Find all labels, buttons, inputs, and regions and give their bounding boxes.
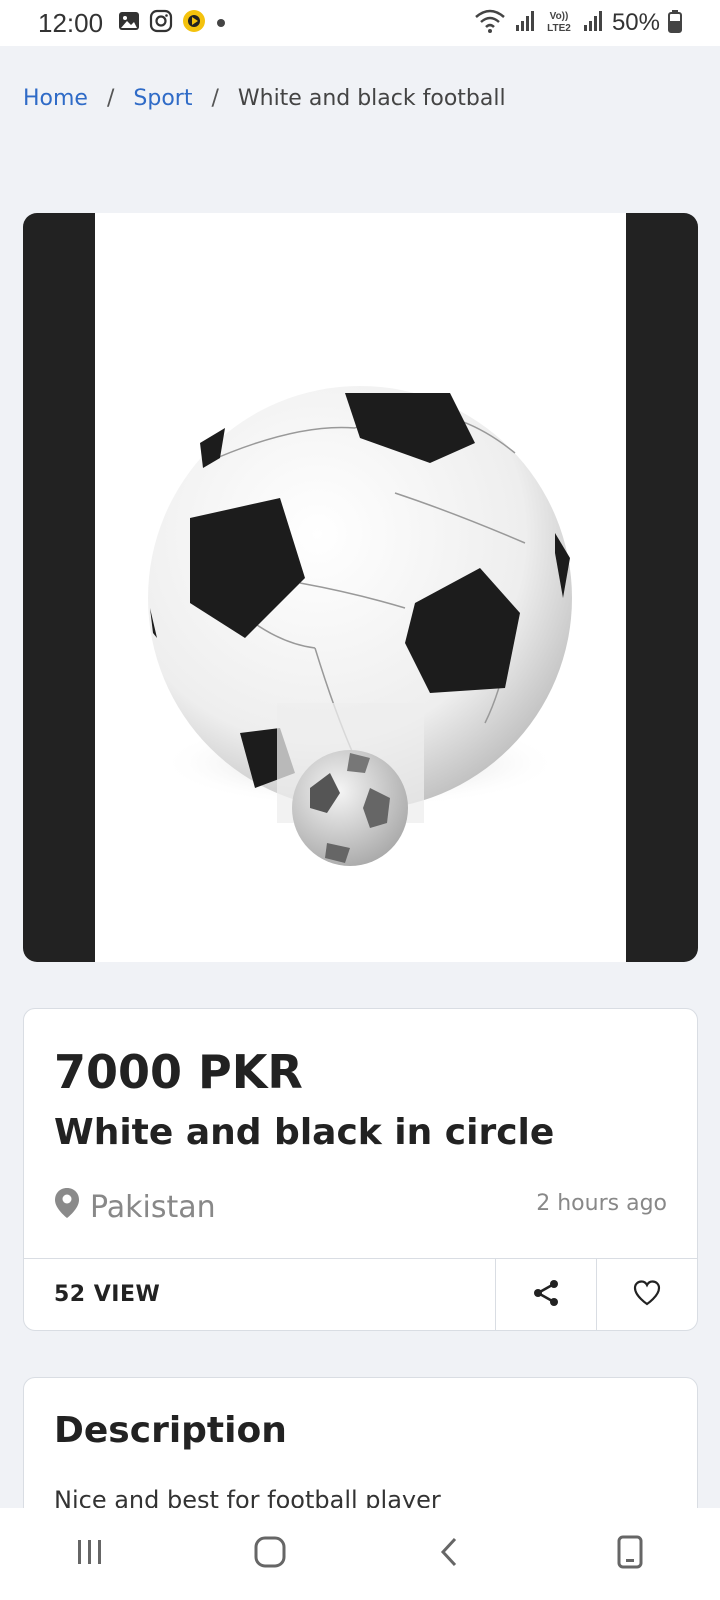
signal-icon <box>582 10 604 36</box>
home-icon <box>253 1535 287 1573</box>
breadcrumb-current: White and black football <box>237 86 506 111</box>
product-info-card: 7000 PKR White and black in circle Pakis… <box>23 1008 698 1331</box>
share-icon <box>531 1278 561 1312</box>
app-icon <box>181 8 207 38</box>
favorite-button[interactable] <box>596 1259 697 1330</box>
recents-icon <box>74 1536 106 1572</box>
breadcrumb-separator: / <box>106 86 115 111</box>
battery-percent: 50% <box>611 9 660 36</box>
heart-icon <box>632 1279 662 1311</box>
breadcrumb-category-link[interactable]: Sport <box>133 86 192 111</box>
product-price: 7000 PKR <box>54 1045 303 1099</box>
wifi-icon <box>474 8 506 38</box>
back-button[interactable] <box>410 1524 490 1584</box>
product-location: Pakistan <box>54 1187 216 1227</box>
svg-text:LTE2: LTE2 <box>547 23 571 34</box>
product-image-gallery[interactable] <box>23 213 698 962</box>
breadcrumb: Home / Sport / White and black football <box>23 86 506 111</box>
battery-icon <box>668 9 682 37</box>
dot-icon <box>215 14 227 33</box>
product-image <box>95 213 626 962</box>
location-text: Pakistan <box>90 1189 216 1225</box>
location-pin-icon <box>54 1187 80 1227</box>
keyboard-icon <box>616 1535 644 1573</box>
gallery-icon <box>117 9 141 37</box>
svg-text:Vo)): Vo)) <box>550 11 569 22</box>
view-count: 52 VIEW <box>54 1282 161 1307</box>
volte-icon: Vo)) LTE2 <box>544 8 574 38</box>
system-nav-bar <box>0 1508 720 1600</box>
keyboard-toggle-button[interactable] <box>590 1524 670 1584</box>
share-button[interactable] <box>495 1259 596 1330</box>
posted-time: 2 hours ago <box>536 1191 667 1216</box>
product-title: White and black in circle <box>54 1112 555 1153</box>
instagram-icon <box>149 9 173 37</box>
breadcrumb-home-link[interactable]: Home <box>23 86 88 111</box>
signal-icon <box>514 10 536 36</box>
description-heading: Description <box>54 1410 287 1451</box>
home-button[interactable] <box>230 1524 310 1584</box>
status-bar: 12:00 Vo)) LTE2 50% <box>0 0 720 46</box>
breadcrumb-separator: / <box>211 86 219 111</box>
info-card-footer: 52 VIEW <box>24 1258 697 1330</box>
recents-button[interactable] <box>50 1524 130 1584</box>
status-time: 12:00 <box>38 7 104 38</box>
back-icon <box>435 1536 465 1572</box>
